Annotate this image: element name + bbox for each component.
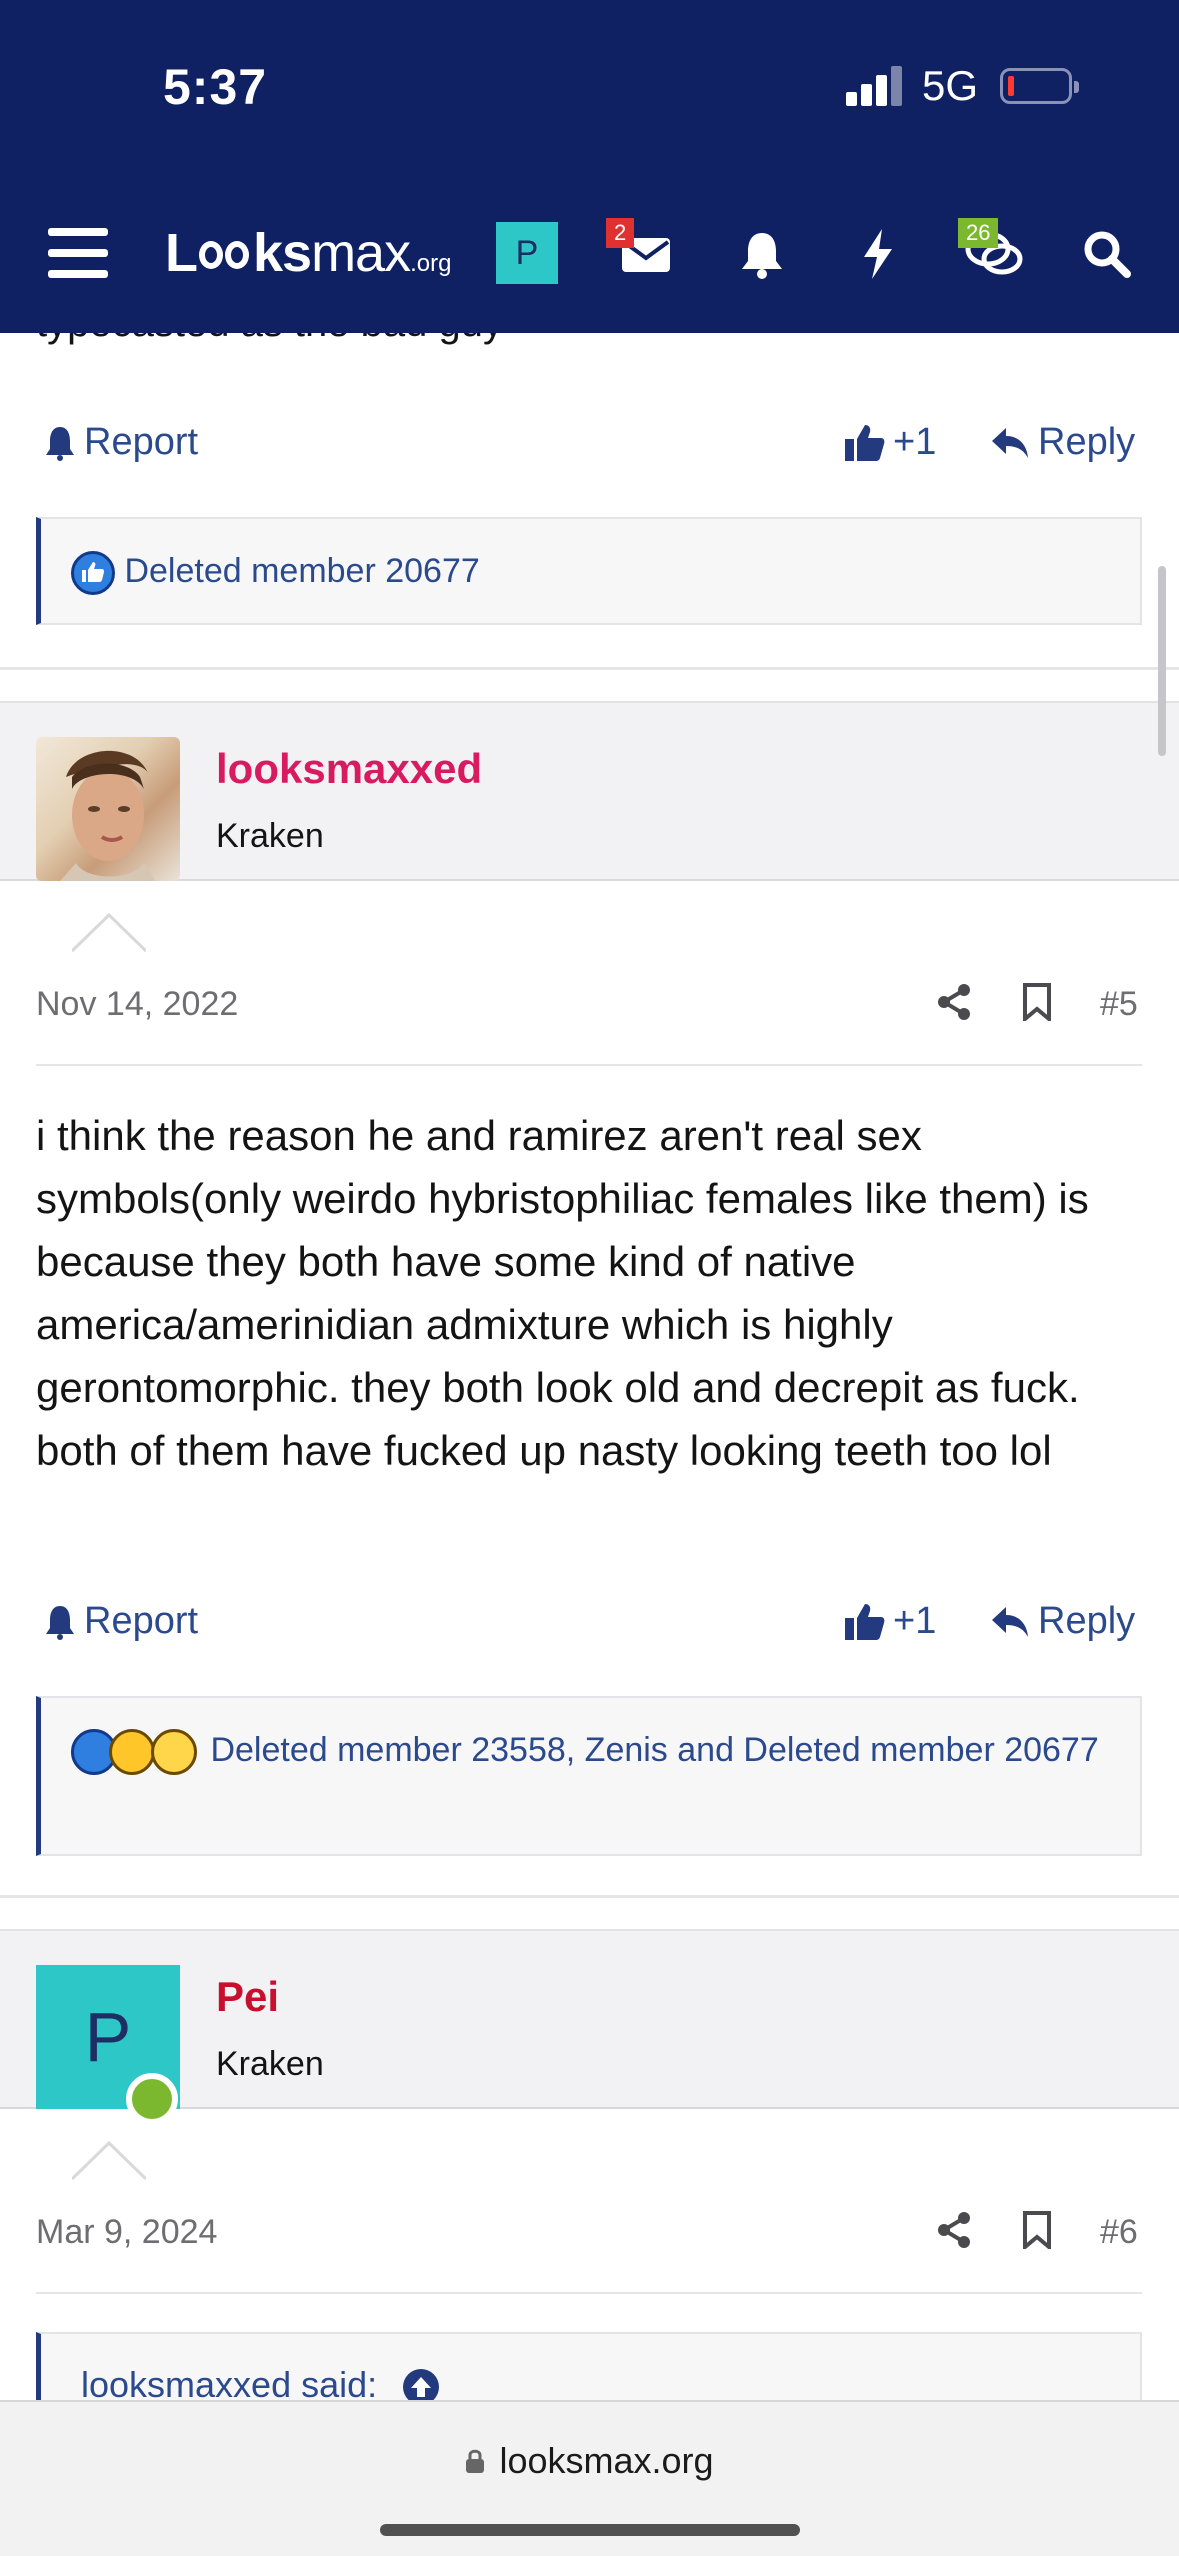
- url-text: looksmax.org: [499, 2440, 714, 2481]
- post-pointer-notch: [72, 2141, 146, 2181]
- lock-icon: [466, 2449, 485, 2473]
- chats-badge: 26: [958, 218, 999, 248]
- like-reaction-icon: [71, 551, 115, 596]
- reply-label: Reply: [1038, 1600, 1136, 1642]
- post-date[interactable]: Nov 14, 2022: [36, 985, 238, 1024]
- browser-address-bar[interactable]: looksmax.org: [0, 2400, 1179, 2556]
- username[interactable]: looksmaxxed: [216, 745, 482, 793]
- like-button[interactable]: +1: [843, 1600, 936, 1643]
- reaction-icons: [71, 1729, 201, 1776]
- post-date[interactable]: Mar 9, 2024: [36, 2213, 217, 2252]
- reactions-bar[interactable]: Deleted member 23558, Zenis and Deleted …: [36, 1696, 1142, 1856]
- logo-text-max: max: [311, 223, 411, 283]
- site-logo[interactable]: Lksmax.org: [165, 222, 451, 284]
- reactions-text[interactable]: Deleted member 20677: [124, 552, 479, 590]
- thumbs-up-icon: [845, 424, 885, 461]
- report-label: Report: [84, 421, 199, 463]
- status-time: 5:37: [163, 59, 268, 115]
- post-header-divider: [36, 1064, 1142, 1066]
- post-pointer-notch: [72, 913, 146, 953]
- reactions-text[interactable]: Deleted member 23558, Zenis and Deleted …: [210, 1731, 1098, 1769]
- home-indicator[interactable]: [380, 2524, 800, 2536]
- surprised-reaction-icon: [151, 1729, 197, 1776]
- bookmark-icon[interactable]: [1021, 2211, 1053, 2254]
- inbox-badge: 2: [606, 218, 635, 248]
- share-icon[interactable]: [936, 2211, 972, 2254]
- bell-icon: [46, 426, 74, 461]
- account-avatar[interactable]: P: [496, 222, 558, 284]
- reply-arrow-icon: [992, 1606, 1028, 1637]
- reply-button[interactable]: Reply: [990, 1600, 1135, 1643]
- report-label: Report: [84, 1600, 199, 1642]
- user-title: Kraken: [216, 817, 324, 855]
- reply-arrow-icon: [992, 427, 1028, 458]
- report-button[interactable]: Report: [44, 1600, 198, 1643]
- bell-icon: [46, 1605, 74, 1640]
- search-icon[interactable]: [1075, 222, 1139, 286]
- post-separator: [0, 667, 1179, 670]
- lightning-icon[interactable]: [846, 222, 910, 286]
- bell-icon[interactable]: [730, 222, 794, 286]
- reactions-bar[interactable]: Deleted member 20677: [36, 517, 1142, 626]
- like-button[interactable]: +1: [843, 421, 936, 464]
- online-status-dot: [126, 2073, 178, 2125]
- avatar-portrait: [60, 750, 156, 881]
- logo-text-org: .org: [410, 250, 452, 277]
- username[interactable]: Pei: [216, 1973, 279, 2021]
- battery-icon: [1000, 68, 1079, 104]
- logo-text-ks: ks: [253, 223, 312, 283]
- jump-to-quote-icon[interactable]: [401, 2367, 441, 2400]
- bookmark-icon[interactable]: [1021, 983, 1053, 1026]
- scrollbar[interactable]: [1158, 566, 1166, 756]
- logo-text-l: L: [165, 223, 198, 283]
- reply-button[interactable]: Reply: [990, 421, 1135, 464]
- report-button[interactable]: Report: [44, 421, 198, 464]
- thread-content[interactable]: typecasted as the bad guy Report +1 Repl…: [0, 333, 1179, 2400]
- cellular-signal-icon: [846, 64, 904, 106]
- reply-label: Reply: [1038, 421, 1136, 463]
- previous-post-text: typecasted as the bad guy: [36, 333, 503, 346]
- url-display[interactable]: looksmax.org: [0, 2440, 1179, 2482]
- thumbs-up-icon: [845, 1603, 885, 1640]
- menu-icon[interactable]: [48, 228, 108, 278]
- post-number[interactable]: #5: [1100, 985, 1138, 1024]
- post-body: i think the reason he and ramirez aren't…: [36, 1112, 1089, 1474]
- share-icon[interactable]: [936, 983, 972, 1026]
- logo-eyes-icon: [197, 237, 253, 273]
- post-header-divider: [36, 2292, 1142, 2294]
- thinking-reaction-icon: [109, 1729, 155, 1776]
- post-separator: [0, 1895, 1179, 1898]
- network-type: 5G: [922, 62, 979, 109]
- quote-block: looksmaxxed said:: [36, 2332, 1142, 2400]
- post-number[interactable]: #6: [1100, 2213, 1138, 2252]
- like-count: +1: [893, 421, 937, 463]
- top-navigation-bar: 5:37 5G Lksmax.org P 2 26: [0, 0, 1179, 333]
- quote-author[interactable]: looksmaxxed said:: [81, 2364, 377, 2400]
- user-title: Kraken: [216, 2045, 324, 2083]
- like-count: +1: [893, 1600, 937, 1642]
- user-avatar[interactable]: [36, 737, 180, 881]
